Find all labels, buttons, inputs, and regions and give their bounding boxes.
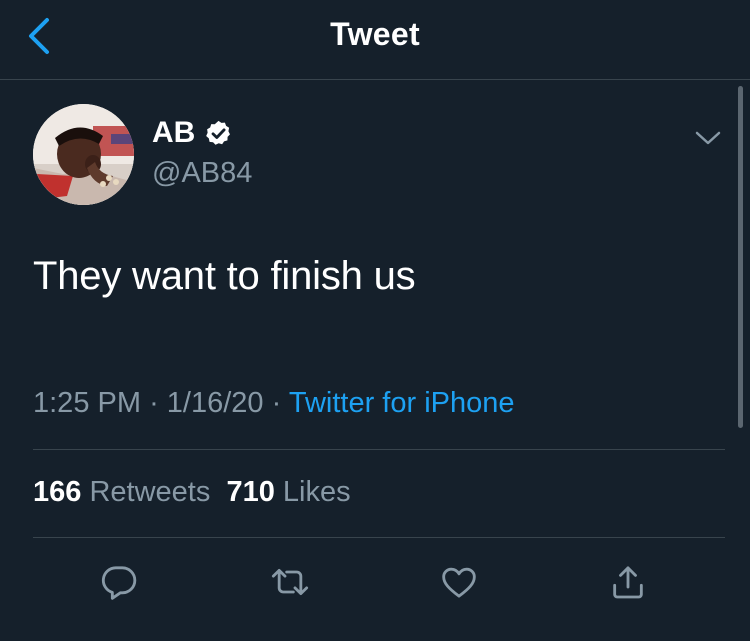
author-name-row[interactable]: AB xyxy=(152,116,233,150)
tweet-source-link[interactable]: Twitter for iPhone xyxy=(289,387,515,419)
avatar-image xyxy=(33,104,134,205)
share-button[interactable] xyxy=(606,560,650,604)
meta-separator: · xyxy=(149,387,159,419)
like-icon xyxy=(442,567,476,598)
divider xyxy=(33,537,725,538)
retweet-button[interactable] xyxy=(268,560,312,604)
like-button[interactable] xyxy=(437,560,481,604)
retweet-icon xyxy=(271,568,309,596)
chevron-down-icon xyxy=(695,131,721,145)
tweet-stats: 166 Retweets 710 Likes xyxy=(33,476,351,509)
avatar[interactable] xyxy=(33,104,134,205)
tweet-detail-screen: Tweet AB @AB84 They want to finish us 1:… xyxy=(0,0,750,641)
reply-icon xyxy=(101,566,137,600)
tweet-time: 1:25 PM xyxy=(33,387,141,419)
reply-button[interactable] xyxy=(97,560,141,604)
verified-badge-icon xyxy=(204,119,233,148)
likes-label: Likes xyxy=(282,476,351,508)
share-icon xyxy=(613,566,643,599)
scrollbar[interactable] xyxy=(738,86,743,428)
tweet-date: 1/16/20 xyxy=(166,387,264,419)
retweets-label: Retweets xyxy=(89,476,211,508)
tweet-meta: 1:25 PM · 1/16/20 · Twitter for iPhone xyxy=(33,387,515,420)
divider xyxy=(33,449,725,450)
page-title: Tweet xyxy=(330,16,420,52)
navigation-header: Tweet xyxy=(0,0,750,80)
more-options-button[interactable] xyxy=(694,126,722,150)
display-name: AB xyxy=(152,116,196,149)
retweets-count: 166 xyxy=(33,476,82,508)
meta-separator: · xyxy=(271,387,282,419)
likes-count: 710 xyxy=(226,476,275,508)
retweets-stat[interactable]: 166 Retweets xyxy=(33,476,210,508)
user-handle[interactable]: @AB84 xyxy=(152,157,252,190)
tweet-text: They want to finish us xyxy=(33,254,416,298)
likes-stat[interactable]: 710 Likes xyxy=(226,476,350,508)
